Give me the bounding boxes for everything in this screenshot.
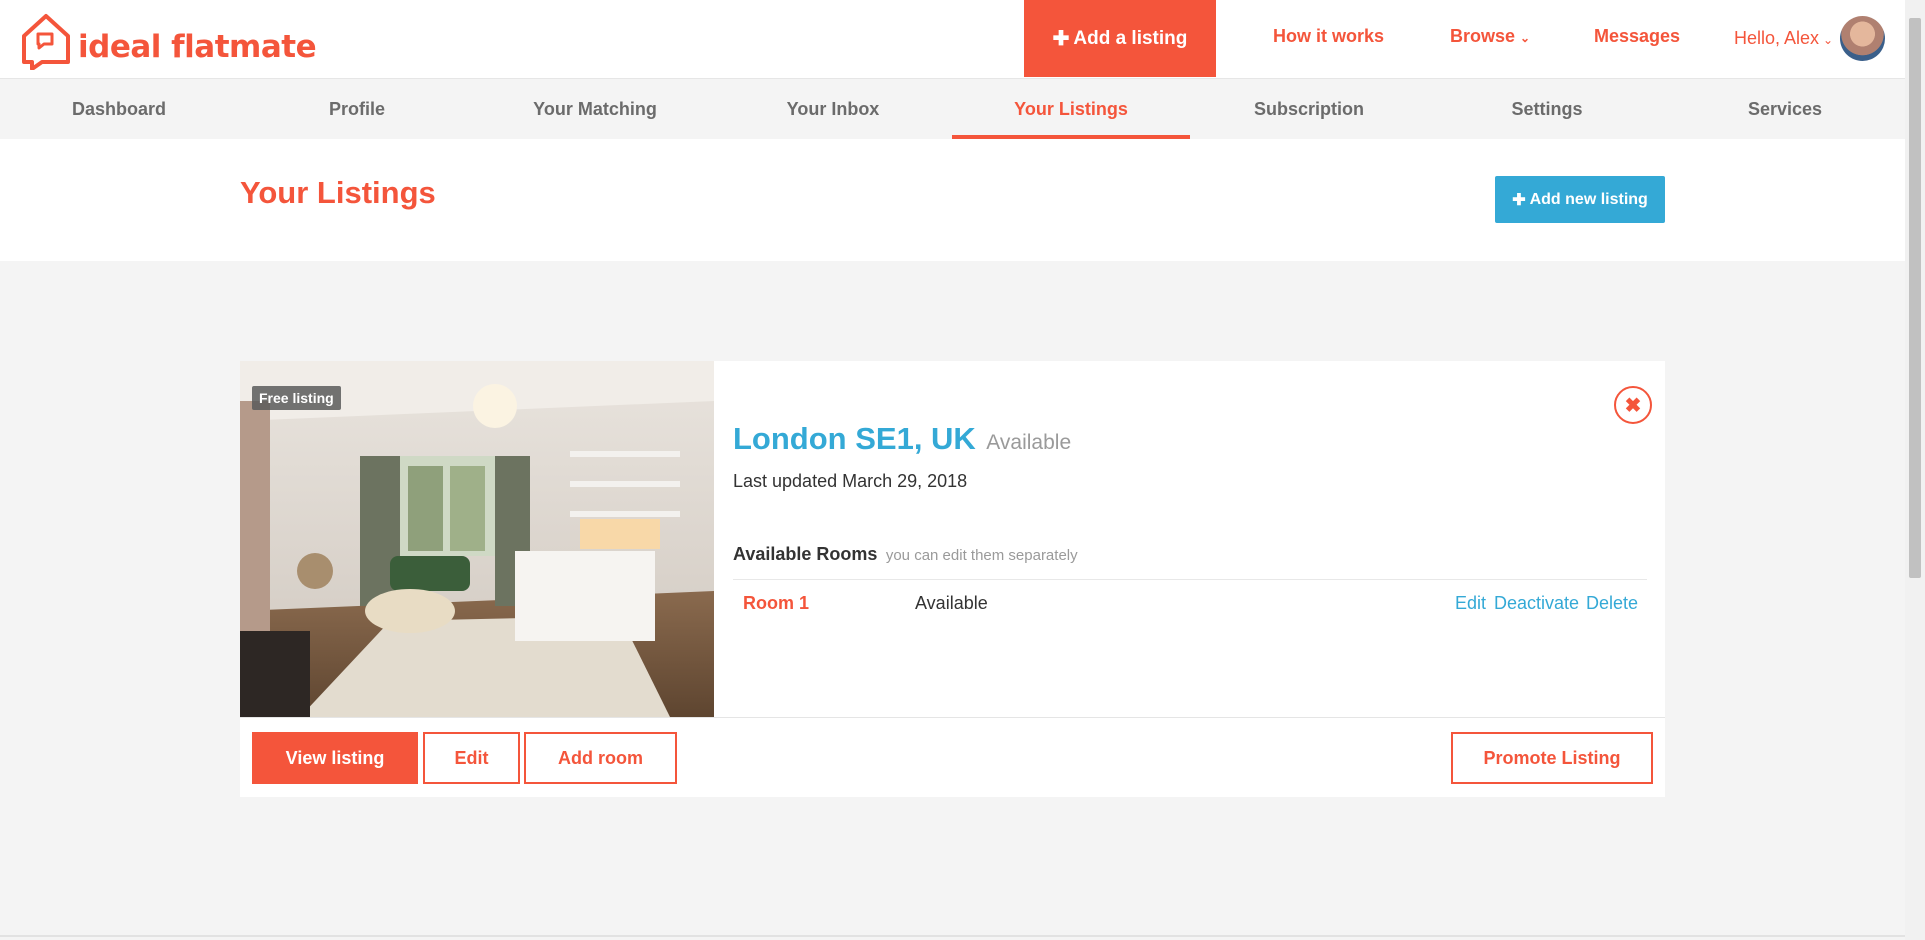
add-a-listing-label: Add a listing xyxy=(1073,27,1188,49)
how-it-works-link[interactable]: How it works xyxy=(1273,26,1384,47)
room-edit-link[interactable]: Edit xyxy=(1455,593,1486,614)
messages-link[interactable]: Messages xyxy=(1594,26,1680,47)
rooms-subheading: you can edit them separately xyxy=(885,547,1078,564)
last-updated: Last updated March 29, 2018 xyxy=(733,471,968,491)
brand-name: ideal flatmate xyxy=(78,29,317,65)
tab-your-inbox[interactable]: Your Inbox xyxy=(714,79,952,140)
tab-services[interactable]: Services xyxy=(1666,79,1904,140)
logo[interactable]: ideal flatmate xyxy=(18,12,317,70)
listing-card: Free listing ✖ London SE1, UK Available … xyxy=(240,361,1665,797)
add-new-listing-button[interactable]: ✚ Add new listing xyxy=(1495,176,1665,223)
page-title: Your Listings xyxy=(240,175,436,210)
add-a-listing-button[interactable]: ✚ Add a listing xyxy=(1024,0,1216,77)
account-tab-nav: Dashboard Profile Your Matching Your Inb… xyxy=(0,78,1905,140)
edit-listing-button[interactable]: Edit xyxy=(423,732,520,784)
divider xyxy=(240,717,1665,718)
tab-your-matching[interactable]: Your Matching xyxy=(476,79,714,140)
room-row: Room 1 Available Edit Deactivate Delete xyxy=(733,591,1647,621)
listing-photo[interactable]: Free listing xyxy=(240,361,714,717)
avatar[interactable] xyxy=(1840,16,1885,61)
listing-status: Available xyxy=(986,431,1072,454)
tab-settings[interactable]: Settings xyxy=(1428,79,1666,140)
room-photo-illustration xyxy=(240,361,714,717)
close-listing-icon[interactable]: ✖ xyxy=(1614,386,1652,424)
chevron-down-icon: ⌄ xyxy=(1520,31,1531,45)
room-name-link[interactable]: Room 1 xyxy=(743,593,809,614)
chevron-down-icon: ⌄ xyxy=(1823,33,1834,47)
room-status: Available xyxy=(915,593,988,613)
tab-profile[interactable]: Profile xyxy=(238,79,476,140)
user-menu[interactable]: Hello, Alex ⌄ xyxy=(1734,28,1833,49)
view-listing-button[interactable]: View listing xyxy=(252,732,418,784)
scrollbar-thumb[interactable] xyxy=(1909,18,1921,578)
add-room-button[interactable]: Add room xyxy=(524,732,677,784)
divider xyxy=(733,579,1647,580)
divider xyxy=(0,935,1905,937)
tab-subscription[interactable]: Subscription xyxy=(1190,79,1428,140)
add-new-listing-label: Add new listing xyxy=(1529,190,1648,208)
tab-dashboard[interactable]: Dashboard xyxy=(0,79,238,140)
promote-listing-button[interactable]: Promote Listing xyxy=(1451,732,1653,784)
browse-label: Browse xyxy=(1450,26,1516,46)
browse-menu[interactable]: Browse ⌄ xyxy=(1450,26,1530,47)
house-chat-logo-icon xyxy=(22,14,70,70)
rooms-heading: Available Rooms xyxy=(733,544,878,564)
tab-your-listings[interactable]: Your Listings xyxy=(952,79,1190,140)
available-rooms-heading: Available Rooms you can edit them separa… xyxy=(733,544,1078,565)
listing-heading: London SE1, UK Available xyxy=(733,421,1071,457)
plus-icon: ✚ xyxy=(1052,28,1070,50)
user-greeting: Hello, Alex xyxy=(1734,28,1820,48)
room-deactivate-link[interactable]: Deactivate xyxy=(1494,593,1579,614)
room-delete-link[interactable]: Delete xyxy=(1586,593,1638,614)
free-listing-badge: Free listing xyxy=(252,386,341,410)
page-scrollbar[interactable] xyxy=(1905,0,1925,940)
plus-icon: ✚ xyxy=(1512,191,1526,209)
top-header: ideal flatmate ✚ Add a listing How it wo… xyxy=(0,0,1905,78)
listing-location[interactable]: London SE1, UK xyxy=(733,421,976,456)
page-header: Your Listings ✚ Add new listing xyxy=(0,139,1905,261)
